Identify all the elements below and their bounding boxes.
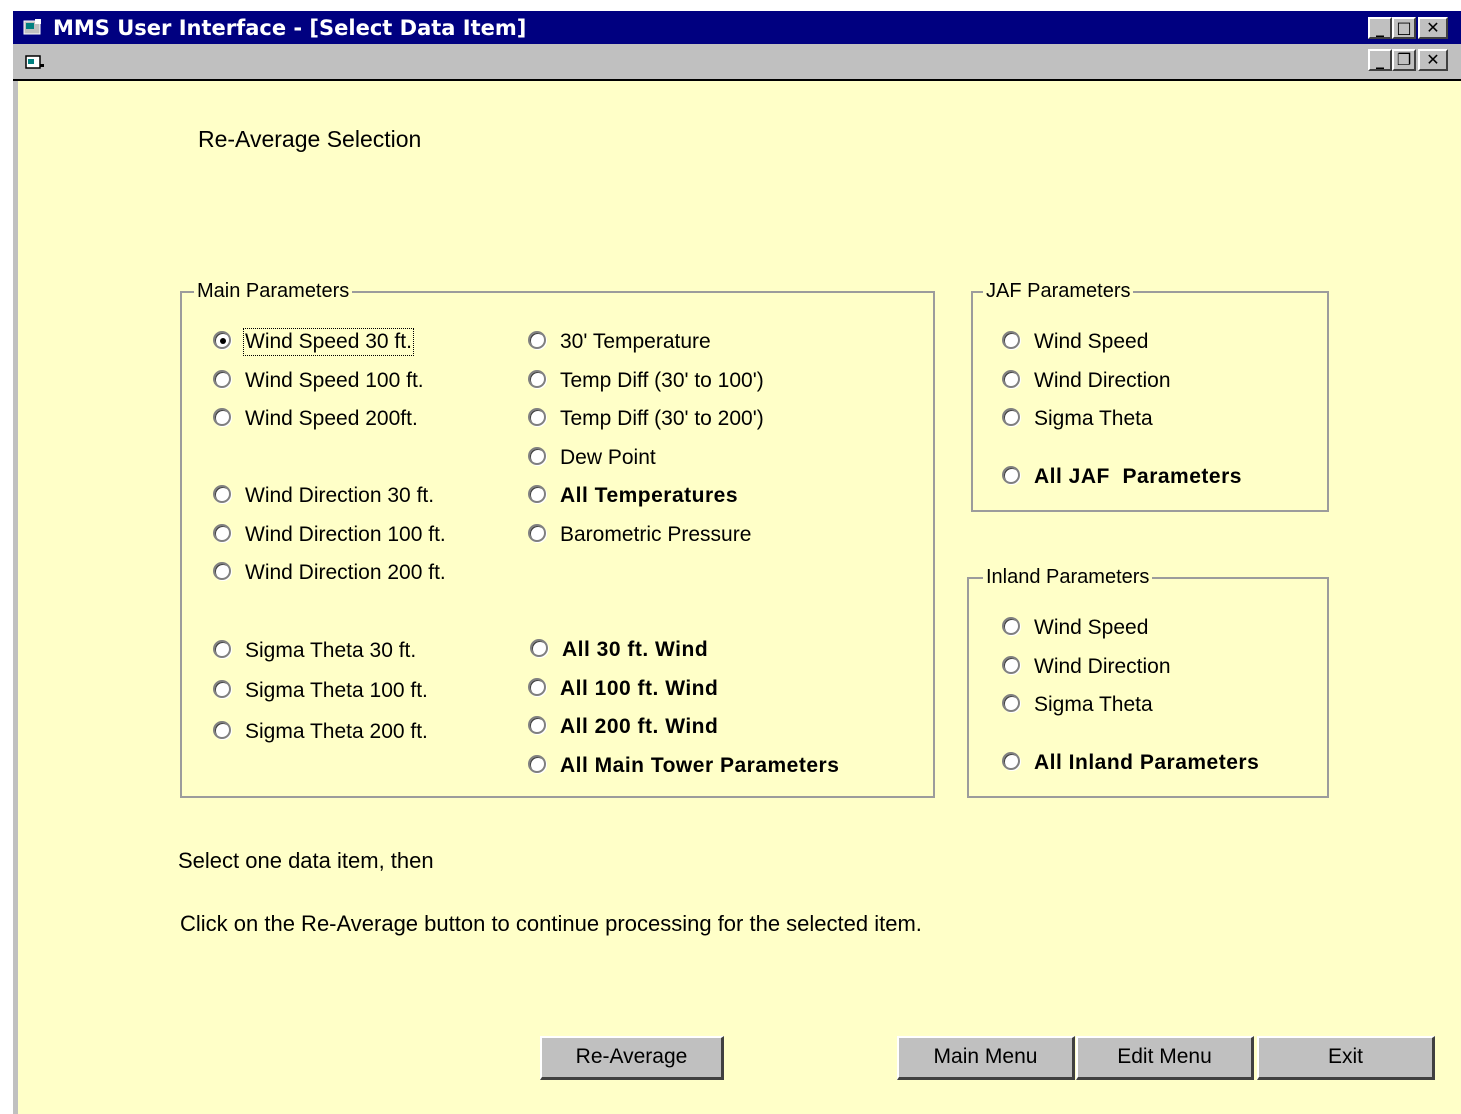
doc-restore-icon[interactable]: ❐ — [1392, 49, 1416, 71]
label-jaf-wind-speed[interactable]: Wind Speed — [1034, 330, 1148, 354]
main-parameters-group: Main Parameters Wind Speed 30 ft. Wind S… — [180, 279, 935, 798]
radio-all-inland[interactable] — [1002, 752, 1020, 770]
re-average-button[interactable]: Re-Average — [540, 1036, 724, 1080]
radio-temp-diff-100[interactable] — [528, 370, 546, 388]
radio-inland-sigma-theta[interactable] — [1002, 694, 1020, 712]
window-title: MMS User Interface - [Select Data Item] — [53, 16, 527, 40]
instruction-text-2: Click on the Re-Average button to contin… — [180, 911, 922, 936]
label-temp-diff-100[interactable]: Temp Diff (30' to 100') — [560, 369, 764, 393]
radio-temp-diff-200[interactable] — [528, 408, 546, 426]
label-wind-speed-100[interactable]: Wind Speed 100 ft. — [245, 369, 424, 393]
radio-all-temperatures[interactable] — [528, 485, 546, 503]
label-wind-direction-30[interactable]: Wind Direction 30 ft. — [245, 484, 434, 508]
radio-barometric-pressure[interactable] — [528, 524, 546, 542]
radio-jaf-wind-speed[interactable] — [1002, 331, 1020, 349]
radio-inland-wind-speed[interactable] — [1002, 617, 1020, 635]
label-all-200-wind[interactable]: All 200 ft. Wind — [560, 715, 718, 739]
radio-all-200-wind[interactable] — [528, 716, 546, 734]
label-all-jaf[interactable]: All JAF Parameters — [1034, 465, 1242, 489]
main-parameters-legend: Main Parameters — [194, 279, 353, 303]
page-title: Re-Average Selection — [198, 126, 422, 152]
maximize-icon[interactable]: □ — [1392, 17, 1416, 39]
radio-wind-direction-100[interactable] — [213, 524, 231, 542]
label-all-main-tower[interactable]: All Main Tower Parameters — [560, 754, 839, 778]
label-wind-speed-30[interactable]: Wind Speed 30 ft. — [243, 328, 414, 356]
jaf-parameters-group: JAF Parameters Wind Speed Wind Direction… — [971, 279, 1329, 512]
label-all-inland[interactable]: All Inland Parameters — [1034, 751, 1259, 775]
label-all-100-wind[interactable]: All 100 ft. Wind — [560, 677, 718, 701]
label-jaf-wind-direction[interactable]: Wind Direction — [1034, 369, 1171, 393]
radio-sigma-theta-100[interactable] — [213, 680, 231, 698]
radio-wind-speed-200[interactable] — [213, 408, 231, 426]
radio-30-temperature[interactable] — [528, 331, 546, 349]
edit-menu-button[interactable]: Edit Menu — [1076, 1036, 1254, 1080]
app-icon — [23, 19, 41, 35]
close-icon[interactable]: ✕ — [1418, 17, 1448, 39]
title-bar: MMS User Interface - [Select Data Item] … — [13, 11, 1461, 44]
label-inland-sigma-theta[interactable]: Sigma Theta — [1034, 693, 1153, 717]
doc-close-icon[interactable]: ✕ — [1418, 49, 1448, 71]
radio-sigma-theta-30[interactable] — [213, 640, 231, 658]
label-wind-speed-200[interactable]: Wind Speed 200ft. — [245, 407, 418, 431]
exit-button[interactable]: Exit — [1257, 1036, 1435, 1080]
label-inland-wind-speed[interactable]: Wind Speed — [1034, 616, 1148, 640]
radio-all-100-wind[interactable] — [528, 678, 546, 696]
instruction-text-1: Select one data item, then — [178, 848, 434, 873]
minimize-icon[interactable]: _ — [1368, 17, 1392, 39]
inland-parameters-legend: Inland Parameters — [983, 565, 1153, 589]
label-sigma-theta-30[interactable]: Sigma Theta 30 ft. — [245, 639, 416, 663]
radio-wind-direction-30[interactable] — [213, 485, 231, 503]
label-wind-direction-200[interactable]: Wind Direction 200 ft. — [245, 561, 446, 585]
label-all-temperatures[interactable]: All Temperatures — [560, 484, 738, 508]
label-inland-wind-direction[interactable]: Wind Direction — [1034, 655, 1171, 679]
radio-wind-speed-100[interactable] — [213, 370, 231, 388]
client-area: Re-Average Selection Main Parameters Win… — [13, 81, 1461, 1114]
radio-all-30-wind[interactable] — [530, 639, 548, 657]
document-icon[interactable] — [25, 54, 47, 70]
label-dew-point[interactable]: Dew Point — [560, 446, 656, 470]
label-jaf-sigma-theta[interactable]: Sigma Theta — [1034, 407, 1153, 431]
radio-inland-wind-direction[interactable] — [1002, 656, 1020, 674]
radio-wind-speed-30[interactable] — [213, 331, 231, 349]
label-temp-diff-200[interactable]: Temp Diff (30' to 200') — [560, 407, 764, 431]
jaf-parameters-legend: JAF Parameters — [983, 279, 1134, 303]
menu-bar: _ ❐ ✕ — [13, 44, 1461, 81]
radio-jaf-sigma-theta[interactable] — [1002, 408, 1020, 426]
radio-wind-direction-200[interactable] — [213, 562, 231, 580]
radio-all-main-tower[interactable] — [528, 755, 546, 773]
label-wind-direction-100[interactable]: Wind Direction 100 ft. — [245, 523, 446, 547]
label-barometric-pressure[interactable]: Barometric Pressure — [560, 523, 751, 547]
radio-jaf-wind-direction[interactable] — [1002, 370, 1020, 388]
doc-minimize-icon[interactable]: _ — [1368, 49, 1392, 71]
inland-parameters-group: Inland Parameters Wind Speed Wind Direct… — [967, 565, 1329, 798]
main-menu-button[interactable]: Main Menu — [897, 1036, 1075, 1080]
label-sigma-theta-200[interactable]: Sigma Theta 200 ft. — [245, 720, 428, 744]
radio-sigma-theta-200[interactable] — [213, 721, 231, 739]
label-sigma-theta-100[interactable]: Sigma Theta 100 ft. — [245, 679, 428, 703]
radio-all-jaf[interactable] — [1002, 466, 1020, 484]
radio-dew-point[interactable] — [528, 447, 546, 465]
label-all-30-wind[interactable]: All 30 ft. Wind — [562, 638, 708, 662]
label-30-temperature[interactable]: 30' Temperature — [560, 330, 711, 354]
